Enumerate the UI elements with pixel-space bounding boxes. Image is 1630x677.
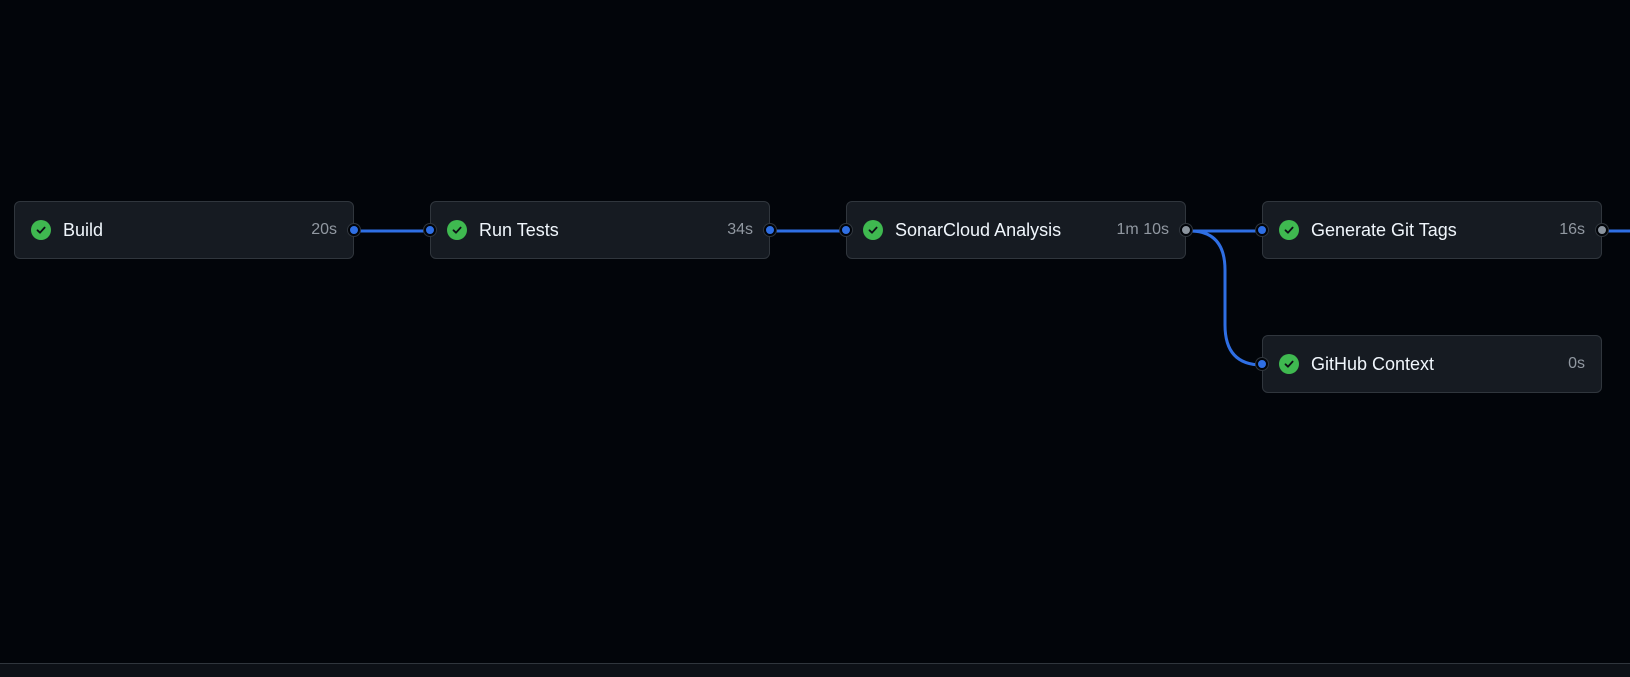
output-port (1180, 224, 1192, 236)
bottom-panel-border (0, 663, 1630, 677)
job-card-run-tests[interactable]: Run Tests 34s (424, 201, 776, 259)
output-port (1596, 224, 1608, 236)
job-duration: 16s (1559, 221, 1585, 238)
job-duration: 20s (311, 221, 337, 238)
output-port (764, 224, 776, 236)
job-card-generate-git-tags[interactable]: Generate Git Tags 16s (1256, 201, 1608, 259)
edge-sonarcloud-to-github-context (1189, 229, 1263, 367)
job-card-build[interactable]: Build 20s (14, 201, 360, 259)
job-name: GitHub Context (1311, 353, 1435, 374)
job-name: Generate Git Tags (1311, 219, 1457, 240)
check-circle-icon (447, 220, 467, 240)
job-duration: 1m 10s (1116, 221, 1169, 238)
input-port (424, 224, 436, 236)
job-name: Build (63, 219, 104, 240)
input-port (1256, 358, 1268, 370)
job-name: SonarCloud Analysis (895, 219, 1062, 240)
check-circle-icon (31, 220, 51, 240)
job-card-sonarcloud-analysis[interactable]: SonarCloud Analysis 1m 10s (840, 201, 1192, 259)
input-port (840, 224, 852, 236)
input-port (1256, 224, 1268, 236)
job-duration: 0s (1568, 355, 1585, 372)
workflow-graph: Build 20s Run Tests 34s SonarCloud Analy… (0, 0, 1630, 677)
job-duration: 34s (727, 221, 753, 238)
check-circle-icon (1279, 354, 1299, 374)
check-circle-icon (1279, 220, 1299, 240)
job-name: Run Tests (479, 219, 559, 240)
output-port (348, 224, 360, 236)
job-card-github-context[interactable]: GitHub Context 0s (1256, 335, 1602, 393)
check-circle-icon (863, 220, 883, 240)
